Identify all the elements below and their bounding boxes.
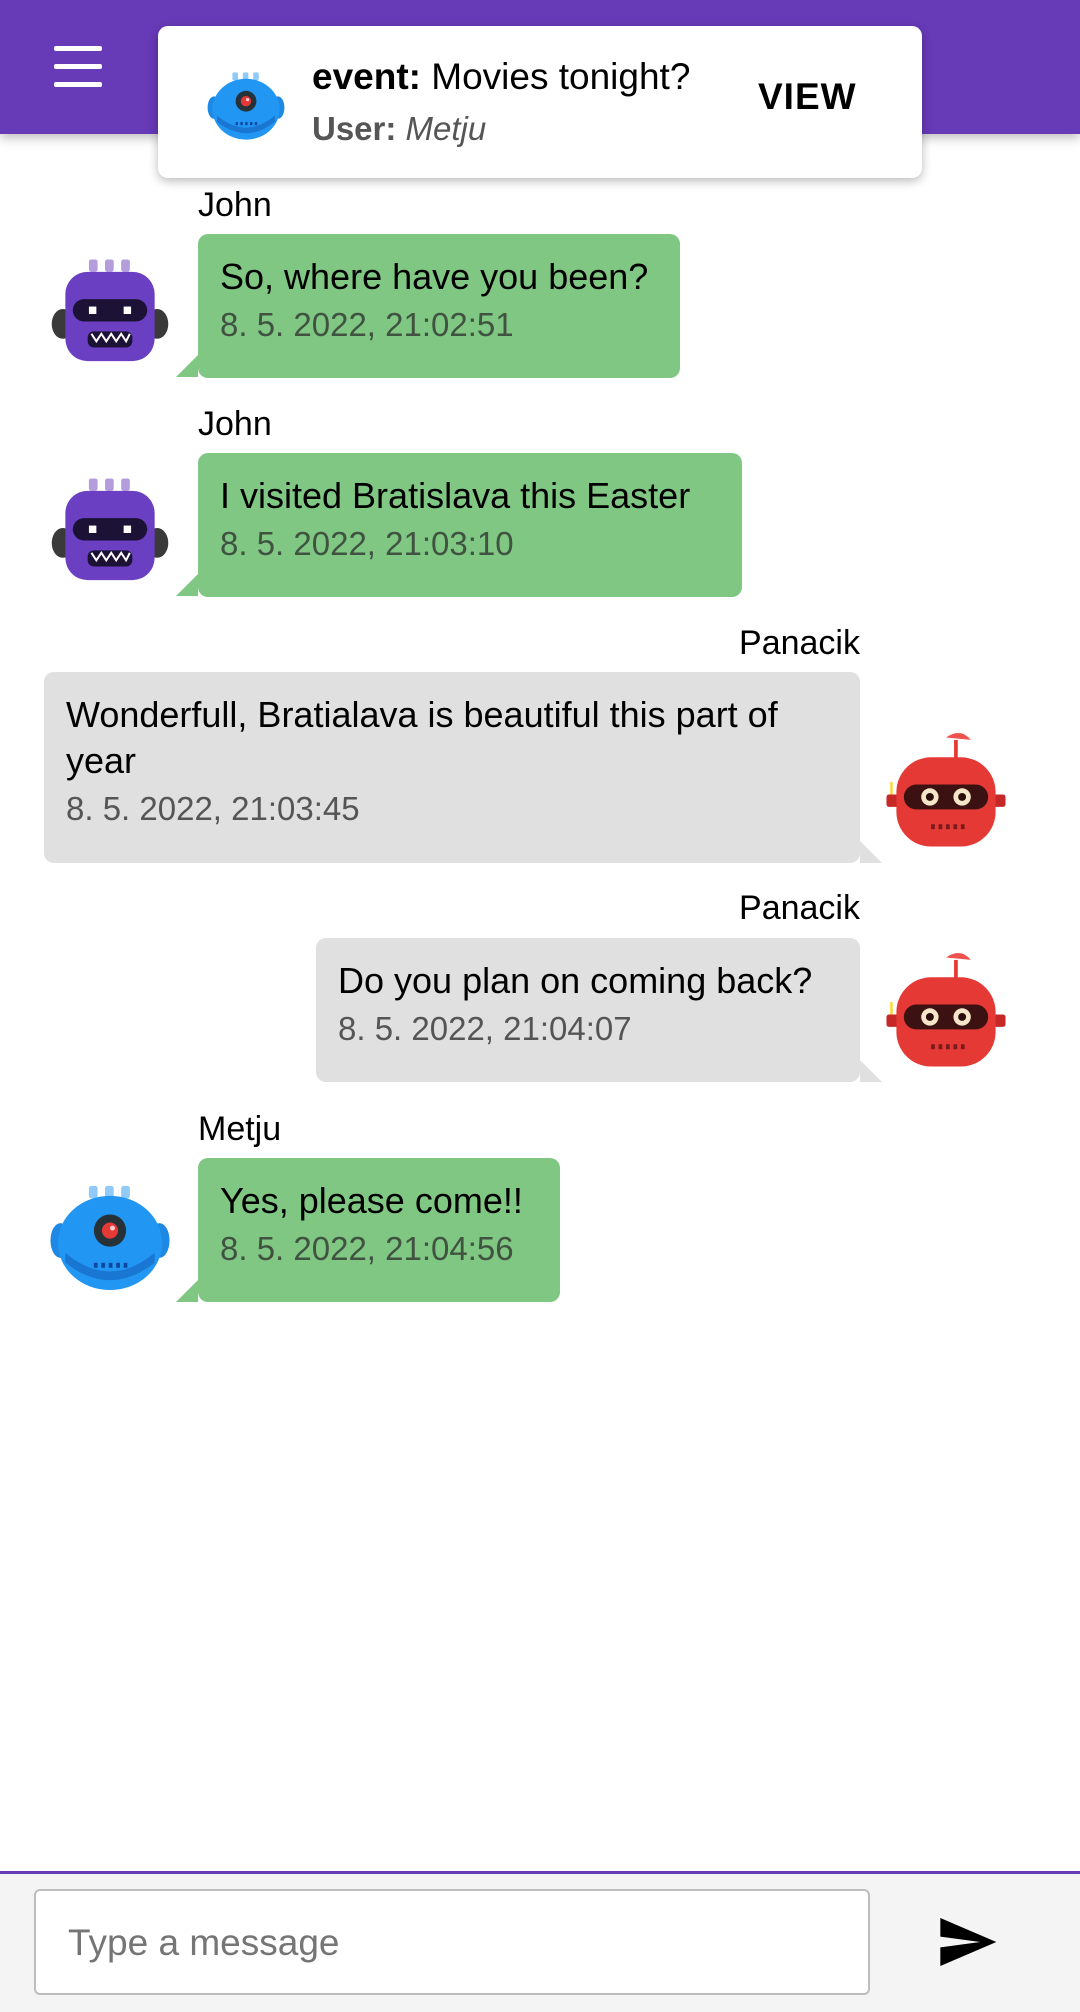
- menu-icon[interactable]: [48, 44, 110, 94]
- purple-robot-avatar-icon: [48, 471, 172, 595]
- red-robot-avatar-icon: [884, 950, 1008, 1074]
- blue-robot-avatar-icon: [206, 66, 286, 146]
- message-bubble: I visited Bratislava this Easter 8. 5. 2…: [198, 453, 742, 597]
- bubble-tail: [860, 1060, 882, 1082]
- purple-robot-avatar-icon: [48, 252, 172, 376]
- message-sender: John: [198, 405, 272, 443]
- message-time: 8. 5. 2022, 21:04:07: [338, 1010, 632, 1047]
- message-sender: Metju: [198, 1110, 282, 1148]
- send-icon[interactable]: [932, 1910, 1002, 1974]
- message-bubble: Wonderfull, Bratialava is beautiful this…: [44, 672, 860, 863]
- message-text: Yes, please come!!: [220, 1180, 523, 1221]
- message-bubble: Yes, please come!! 8. 5. 2022, 21:04:56: [198, 1158, 560, 1302]
- message-sender: Panacik: [739, 889, 860, 927]
- bubble-tail: [176, 355, 198, 377]
- message-time: 8. 5. 2022, 21:03:45: [66, 790, 360, 827]
- event-label: event:: [312, 56, 421, 97]
- user-name: Metju: [405, 110, 487, 147]
- message-bubble: Do you plan on coming back? 8. 5. 2022, …: [316, 938, 860, 1082]
- message-text-line: Wonderfull, Bratialava is beautiful this…: [66, 694, 778, 735]
- message-time: 8. 5. 2022, 21:04:56: [220, 1230, 514, 1267]
- message-time: 8. 5. 2022, 21:02:51: [220, 306, 514, 343]
- blue-robot-avatar-icon: [48, 1176, 172, 1300]
- message-text: So, where have you been?: [220, 256, 649, 297]
- view-button[interactable]: VIEW: [758, 76, 857, 118]
- notification-user: User: Metju: [312, 110, 486, 148]
- event-notification[interactable]: event: Movies tonight? User: Metju VIEW: [158, 26, 922, 178]
- message-composer: [0, 1871, 1080, 2012]
- notification-title: event: Movies tonight?: [312, 56, 690, 98]
- message-sender: John: [198, 186, 272, 224]
- event-text: Movies tonight?: [431, 56, 691, 97]
- user-label: User:: [312, 110, 397, 147]
- bubble-tail: [860, 841, 882, 863]
- message-input[interactable]: [66, 1891, 850, 1995]
- bubble-tail: [176, 574, 198, 596]
- message-text: Do you plan on coming back?: [338, 960, 813, 1001]
- message-text-line: year: [66, 740, 137, 781]
- message-text: Wonderfull, Bratialava is beautiful this…: [66, 692, 838, 784]
- bubble-tail: [176, 1280, 198, 1302]
- message-sender: Panacik: [739, 624, 860, 662]
- red-robot-avatar-icon: [884, 730, 1008, 854]
- message-text: I visited Bratislava this Easter: [220, 475, 691, 516]
- message-time: 8. 5. 2022, 21:03:10: [220, 525, 514, 562]
- message-bubble: So, where have you been? 8. 5. 2022, 21:…: [198, 234, 680, 378]
- message-input-box[interactable]: [34, 1889, 870, 1995]
